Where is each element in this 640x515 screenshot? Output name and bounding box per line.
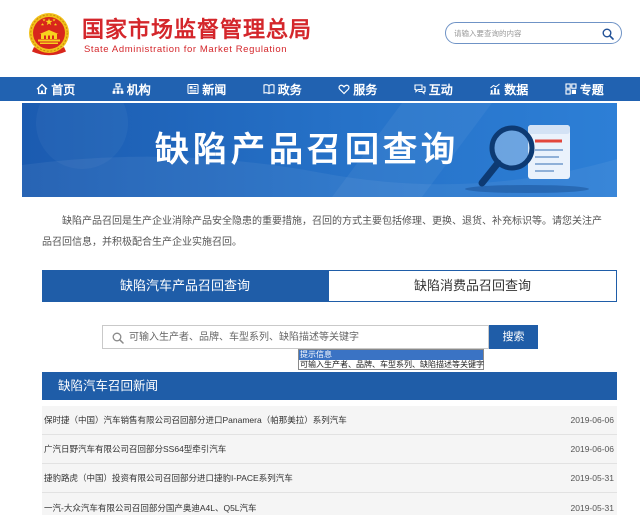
news-title-link[interactable]: 保时捷（中国）汽车销售有限公司召回部分进口Panamera（帕那美拉）系列汽车 bbox=[44, 414, 347, 426]
site-subtitle-english: State Administration for Market Regulati… bbox=[84, 44, 288, 55]
news-list: 保时捷（中国）汽车销售有限公司召回部分进口Panamera（帕那美拉）系列汽车 … bbox=[42, 406, 617, 515]
bar-chart-icon bbox=[489, 83, 501, 95]
site-header: 国家市场监督管理总局 State Administration for Mark… bbox=[0, 0, 640, 76]
nav-item-organization[interactable]: 机构 bbox=[94, 77, 170, 101]
news-title-link[interactable]: 广汽日野汽车有限公司召回部分SS64型牵引汽车 bbox=[44, 443, 226, 455]
site-search-box bbox=[445, 22, 622, 44]
recall-search-input[interactable] bbox=[129, 329, 479, 345]
site-title: 国家市场监督管理总局 bbox=[82, 17, 313, 42]
news-list-item[interactable]: 保时捷（中国）汽车销售有限公司召回部分进口Panamera（帕那美拉）系列汽车 … bbox=[42, 406, 617, 435]
heart-icon bbox=[338, 83, 350, 95]
hint-title[interactable]: 提示信息 bbox=[299, 350, 483, 360]
nav-item-topics[interactable]: 专题 bbox=[547, 77, 623, 101]
nav-item-label: 专题 bbox=[579, 82, 604, 97]
news-list-item[interactable]: 广汽日野汽车有限公司召回部分SS64型牵引汽车 2019-06-06 bbox=[42, 435, 617, 464]
news-date: 2019-06-06 bbox=[570, 444, 614, 454]
news-list-item[interactable]: 一汽-大众汽车有限公司召回部分国产奥迪A4L、Q5L汽车 2019-05-31 bbox=[42, 493, 617, 515]
recall-query-tabs: 缺陷汽车产品召回查询 缺陷消费品召回查询 bbox=[42, 270, 617, 302]
book-icon bbox=[263, 83, 275, 95]
grid-icon bbox=[565, 83, 577, 95]
chat-icon bbox=[414, 83, 426, 95]
banner-title: 缺陷产品召回查询 bbox=[155, 131, 459, 169]
nav-item-label: 互动 bbox=[428, 82, 453, 97]
nav-item-label: 数据 bbox=[504, 82, 529, 97]
org-chart-icon bbox=[112, 83, 124, 95]
nav-item-services[interactable]: 服务 bbox=[320, 77, 396, 101]
section-heading-recall-news: 缺陷汽车召回新闻 bbox=[42, 372, 617, 400]
nav-item-label: 政务 bbox=[277, 82, 302, 97]
tab-consumer-goods-recall-query[interactable]: 缺陷消费品召回查询 bbox=[328, 270, 617, 302]
nav-item-news[interactable]: 新闻 bbox=[169, 77, 245, 101]
search-icon[interactable] bbox=[602, 27, 614, 40]
search-button[interactable]: 搜索 bbox=[489, 325, 538, 349]
nav-item-home[interactable]: 首页 bbox=[18, 77, 94, 101]
nav-item-label: 新闻 bbox=[202, 82, 227, 97]
intro-paragraph: 缺陷产品召回是生产企业消除产品安全隐患的重要措施，召回的方式主要包括修理、更换、… bbox=[42, 216, 602, 248]
news-date: 2019-06-06 bbox=[570, 415, 614, 425]
national-emblem-logo bbox=[27, 12, 71, 58]
news-title-link[interactable]: 捷豹路虎（中国）投资有限公司召回部分进口捷豹I-PACE系列汽车 bbox=[44, 472, 293, 484]
home-icon bbox=[36, 83, 48, 95]
recall-banner: 缺陷产品召回查询 bbox=[22, 103, 617, 197]
recall-search-field bbox=[102, 325, 489, 349]
nav-item-data[interactable]: 数据 bbox=[471, 77, 547, 101]
news-date: 2019-05-31 bbox=[570, 473, 614, 483]
news-title-link[interactable]: 一汽-大众汽车有限公司召回部分国产奥迪A4L、Q5L汽车 bbox=[44, 502, 257, 514]
nav-item-label: 机构 bbox=[126, 82, 151, 97]
search-hint-dropdown: 提示信息 可输入生产者、品牌、车型系列、缺陷描述等关键字 bbox=[298, 349, 484, 370]
main-nav: 首页 机构 新闻 政务 服务 互动 数据 专题 bbox=[0, 77, 640, 101]
search-icon bbox=[112, 331, 124, 344]
nav-item-label: 首页 bbox=[51, 82, 76, 97]
site-search-input[interactable] bbox=[454, 25, 599, 41]
newspaper-icon bbox=[187, 83, 199, 95]
news-list-item[interactable]: 捷豹路虎（中国）投资有限公司召回部分进口捷豹I-PACE系列汽车 2019-05… bbox=[42, 464, 617, 493]
nav-item-government-affairs[interactable]: 政务 bbox=[245, 77, 321, 101]
main-nav-items: 首页 机构 新闻 政务 服务 互动 数据 专题 bbox=[18, 77, 622, 101]
nav-item-interaction[interactable]: 互动 bbox=[396, 77, 472, 101]
hint-text: 可输入生产者、品牌、车型系列、缺陷描述等关键字 bbox=[300, 360, 484, 369]
nav-item-label: 服务 bbox=[353, 82, 378, 97]
news-date: 2019-05-31 bbox=[570, 502, 614, 513]
tab-vehicle-recall-query[interactable]: 缺陷汽车产品召回查询 bbox=[42, 270, 328, 302]
